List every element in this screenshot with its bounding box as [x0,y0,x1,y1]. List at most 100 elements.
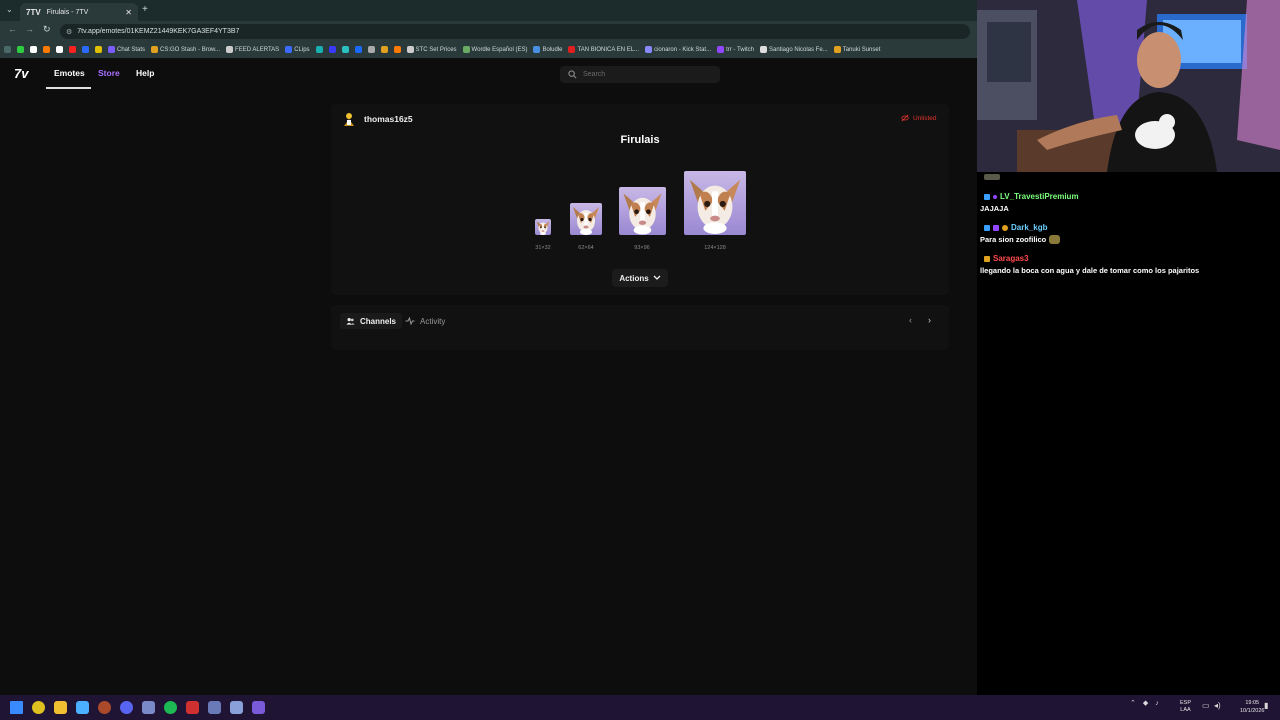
chevron-left-icon[interactable]: ‹ [909,315,912,325]
bookmark-icon[interactable] [95,46,102,53]
chrome-icon[interactable] [32,701,45,714]
bookmark-icon[interactable] [30,46,37,53]
bookmark-item[interactable]: TAN BIONICA EN EL... [568,46,639,53]
bookmark-label: CS:GO Stash - Brow... [160,46,221,53]
7tv-logo[interactable]: 7v [14,66,28,81]
clock[interactable]: 19:05 10/1/2026 [1240,699,1264,715]
nav-store-link[interactable]: Store [98,68,120,78]
bookmark-label: Boludle [542,46,563,53]
tab-list-icon[interactable]: ⌄ [6,5,13,14]
badge-icon [984,255,990,262]
chat-message-header: LV_TravestiPremium [984,192,1079,201]
network-icon[interactable]: ◆ [1143,699,1148,707]
owner-avatar[interactable] [341,111,357,127]
apps-icon[interactable] [4,46,11,53]
bookmark-icon[interactable] [328,46,336,53]
discord-icon[interactable] [120,701,133,714]
owner-name[interactable]: thomas16z5 [364,114,413,124]
language-indicator[interactable]: ESP LAA [1180,700,1191,714]
bookmark-label: FEED ALERTAS [235,46,280,53]
bookmark-label: CLips [294,46,310,53]
emote-preview-4x[interactable] [684,171,746,235]
bookmark-icon [568,46,576,53]
emote-preview-1x[interactable] [535,219,551,235]
app-icon[interactable] [230,701,243,714]
site-info-icon[interactable]: ⚙ [66,28,72,36]
forward-icon[interactable]: → [25,24,34,34]
browser-tab[interactable]: 7TV Firulais - 7TV ✕ [20,3,138,21]
bookmark-icon[interactable] [43,46,50,53]
new-tab-icon[interactable]: + [142,4,148,15]
chevron-right-icon[interactable]: › [928,315,931,325]
app-icon[interactable] [142,701,155,714]
bookmark-icon [462,46,470,53]
volume-icon[interactable]: ◂) [1214,701,1221,710]
badge-icon [1002,224,1008,231]
bookmark-item[interactable]: FEED ALERTAS [226,46,279,53]
unlisted-label: Unlisted [913,114,937,122]
tab-activity[interactable]: Activity [405,313,445,329]
bookmark-icon[interactable] [367,46,375,53]
bookmark-item[interactable]: Santiago Nicolas Fe... [759,46,828,53]
bookmark-item[interactable]: trr - Twitch [717,46,754,53]
badge-icon [984,193,990,200]
bookmark-icon[interactable] [380,46,388,53]
mic-icon[interactable]: ♪ [1155,700,1159,707]
reload-icon[interactable]: ↻ [43,24,51,35]
bookmark-item[interactable]: Tanuki Sunset [833,46,881,53]
bookmark-icon [533,46,541,53]
browser-icon[interactable] [98,701,111,714]
bookmark-item[interactable]: Wordle Español (ES) [462,46,527,53]
search-placeholder: Search [583,71,606,78]
dog-emote-image [536,221,550,235]
system-tray: ⌃ ◆ ♪ [1130,699,1159,708]
chevron-up-icon[interactable]: ⌃ [1130,699,1136,707]
nav-emotes-link[interactable]: Emotes [54,68,85,78]
bookmark-icon [108,46,115,53]
bookmark-icon[interactable] [315,46,323,53]
bookmark-item[interactable]: STC Set Prices [406,46,457,53]
bookmark-icon[interactable] [69,46,76,53]
app-icon[interactable] [208,701,221,714]
bookmark-icon [151,46,159,53]
spotify-icon[interactable] [164,701,177,714]
bookmark-label: Santiago Nicolas Fe... [768,46,828,53]
address-bar[interactable]: ⚙ 7tv.app/emotes/01KEMZ21449KEK7GA3EF4YT… [60,24,970,39]
emote-preview-3x[interactable] [619,187,666,235]
emote-preview-2x[interactable] [570,203,602,235]
search-input[interactable]: Search [560,66,720,83]
bookmark-item[interactable]: CS:GO Stash - Brow... [151,46,220,53]
bookmark-icon[interactable] [17,46,24,53]
nav-help-link[interactable]: Help [136,68,154,78]
file-explorer-icon[interactable] [54,701,67,714]
bookmark-icon[interactable] [56,46,63,53]
back-icon[interactable]: ← [8,24,17,34]
bookmark-item[interactable]: CLips [285,46,310,53]
app-icon[interactable] [252,701,265,714]
notifications-icon[interactable]: ▮ [1264,701,1268,710]
app-icon[interactable] [76,701,89,714]
close-tab-icon[interactable]: ✕ [125,8,132,17]
bookmark-icon[interactable] [341,46,349,53]
bookmark-item[interactable]: Boludle [533,46,562,53]
search-icon [568,70,577,79]
emote-icon [1049,235,1060,244]
bookmark-label: Tanuki Sunset [842,46,881,53]
chat-message-header: Dark_kgb [984,223,1047,232]
tab-activity-label: Activity [420,316,446,326]
clock-time: 19:05 [1245,700,1260,706]
bookmark-icon[interactable] [354,46,362,53]
bookmark-item[interactable]: Chat Stats [108,46,145,53]
bookmark-item[interactable]: cionaron - Kick Stat... [645,46,711,53]
bookmark-icon [833,46,841,53]
actions-button[interactable]: Actions [612,269,668,287]
tab-channels[interactable]: Channels [340,313,403,329]
monitor-icon[interactable]: ▭ [1202,701,1210,710]
bookmark-icon[interactable] [393,46,401,53]
dog-emote-image [689,179,741,234]
bookmark-icon[interactable] [82,46,89,53]
windows-start-icon[interactable] [10,701,23,714]
unlisted-badge: Unlisted [901,114,936,122]
app-icon[interactable] [186,701,199,714]
tab-favicon-icon: 7TV [26,7,41,17]
